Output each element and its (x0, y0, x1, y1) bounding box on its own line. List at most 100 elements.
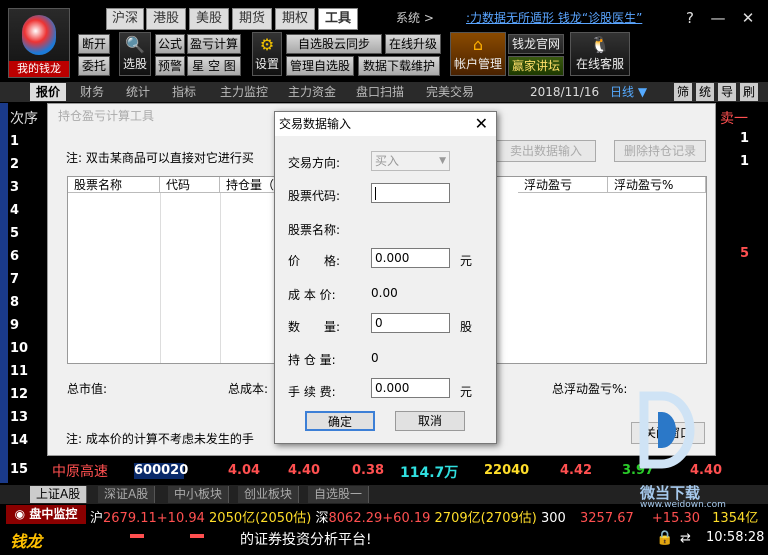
fee-label: 手 续 费: (288, 385, 336, 399)
tab-order-scan[interactable]: 盘口扫描 (356, 83, 404, 101)
monitor-button[interactable]: ◉ 盘中监控 (6, 505, 86, 524)
quote-value: 22040 (484, 463, 530, 478)
tab-us[interactable]: 美股 (189, 8, 229, 30)
stock-select-label: 选股 (122, 57, 147, 71)
system-menu[interactable]: 系统 > (396, 9, 434, 26)
modal-close-icon[interactable]: ✕ (475, 114, 488, 133)
row-number: 14 (10, 433, 29, 448)
online-service-button[interactable]: 🐧 在线客服 (570, 32, 630, 76)
star-map-button[interactable]: 星 空 图 (187, 56, 241, 76)
order-header: 次序 (10, 111, 38, 127)
sell1-header: 卖一 (720, 111, 748, 127)
watermark-logo (636, 390, 700, 476)
forum-button[interactable]: 赢家讲坛 (508, 56, 564, 76)
tab-main-monitor[interactable]: 主力监控 (220, 83, 268, 101)
tab-futures[interactable]: 期货 (232, 8, 272, 30)
network-icon[interactable]: ⇄ (680, 531, 691, 546)
tab-hk[interactable]: 港股 (146, 8, 186, 30)
col-holding: 持仓量（ (220, 177, 280, 193)
cloud-sync-button[interactable]: 自选股云同步 (286, 34, 382, 54)
tab-finance[interactable]: 财务 (80, 83, 104, 101)
lock-icon[interactable]: 🔒 (656, 530, 673, 546)
manage-favorites-button[interactable]: 管理自选股 (286, 56, 354, 76)
logo-icon (22, 15, 56, 55)
eye-icon: ◉ (14, 507, 26, 521)
tab-gem[interactable]: 创业板块 (238, 486, 300, 503)
marquee-link[interactable]: :力数据无所遁形 钱龙“诊股医生” (466, 9, 656, 26)
total-float-pct: 总浮动盈亏%: (552, 382, 628, 396)
tab-options[interactable]: 期权 (275, 8, 315, 30)
status-indicator (190, 534, 204, 538)
name-label: 股票名称: (288, 223, 341, 237)
profit-calc-button[interactable]: 盈亏计算 (187, 34, 241, 54)
minimize-icon[interactable]: — (708, 8, 728, 28)
row-number: 10 (10, 341, 29, 356)
quote-code: 600020 (134, 463, 189, 479)
row-number: 9 (10, 318, 20, 333)
formula-button[interactable]: 公式 (155, 34, 185, 54)
row-number: 7 (10, 272, 20, 287)
quote-value: 0.38 (352, 463, 385, 478)
modal-title: 交易数据输入 (275, 112, 496, 136)
ticker-sh: 沪2679.11+10.94 2050亿(2050估) 深8062.29+60.… (90, 511, 566, 526)
cost-value: 0.00 (371, 286, 398, 300)
magnifier-icon: 🔍 (125, 35, 145, 54)
row-number: 8 (10, 295, 20, 310)
direction-select[interactable]: 买入 ▼ (371, 151, 450, 171)
stock-select-button[interactable]: 🔍 选股 (119, 32, 151, 76)
fee-input[interactable]: 0.000 (371, 378, 450, 398)
tab-sz-a[interactable]: 深证A股 (98, 486, 156, 503)
tab-sh-a[interactable]: 上证A股 (30, 486, 88, 503)
ok-button[interactable]: 确定 (305, 411, 375, 431)
stat-button[interactable]: 统 (696, 83, 715, 101)
direction-label: 交易方向: (288, 156, 341, 170)
tab-sme[interactable]: 中小板块 (168, 486, 230, 503)
online-upgrade-button[interactable]: 在线升级 (385, 34, 441, 54)
qty-input[interactable]: 0 (371, 313, 450, 333)
help-icon[interactable]: ? (680, 8, 700, 28)
tab-favorites-1[interactable]: 自选股一 (308, 486, 370, 503)
qty-label: 数 量: (288, 320, 341, 334)
settings-label: 设置 (254, 57, 279, 71)
hold-label: 持 仓 量: (288, 353, 336, 367)
cancel-button[interactable]: 取消 (395, 411, 465, 431)
left-sidebar (0, 103, 8, 483)
entrust-button[interactable]: 委托 (78, 56, 110, 76)
quote-value: 4.42 (560, 463, 593, 478)
dialog-note: 注: 双击某商品可以直接对它进行买 (66, 151, 254, 165)
disconnect-button[interactable]: 断开 (78, 34, 110, 54)
official-site-button[interactable]: 钱龙官网 (508, 34, 564, 54)
row-number: 13 (10, 410, 29, 425)
tab-perfect-trade[interactable]: 完美交易 (426, 83, 474, 101)
app-logo[interactable]: 我的钱龙 (8, 8, 70, 78)
data-download-button[interactable]: 数据下载维护 (358, 56, 440, 76)
code-input[interactable] (371, 183, 450, 203)
settings-button[interactable]: ⚙ 设置 (252, 32, 282, 76)
status-indicator (130, 534, 144, 538)
row-number: 2 (10, 157, 20, 172)
filter-button[interactable]: 筛 (674, 83, 693, 101)
qty-unit: 股 (460, 320, 473, 334)
close-icon[interactable]: ✕ (738, 8, 758, 28)
warning-button[interactable]: 预警 (155, 56, 185, 76)
tab-main-fund[interactable]: 主力资金 (288, 83, 336, 101)
total-market-value: 总市值: (67, 382, 108, 396)
tab-tools[interactable]: 工具 (318, 8, 358, 30)
quote-value: 4.40 (288, 463, 321, 478)
period-select[interactable]: 日线 ▼ (610, 83, 647, 101)
sell-input-button[interactable]: 卖出数据输入 (496, 140, 596, 162)
tab-quote[interactable]: 报价 (30, 83, 67, 101)
price-input[interactable]: 0.000 (371, 248, 450, 268)
account-mgmt-button[interactable]: ⌂ 帐户管理 (450, 32, 506, 76)
date-display: 2018/11/16 (530, 85, 600, 99)
fee-unit: 元 (460, 385, 473, 399)
col-stock-name: 股票名称 (68, 177, 160, 193)
quote-volume: 114.7万 (400, 465, 459, 481)
refresh-button[interactable]: 刷 (740, 83, 759, 101)
export-button[interactable]: 导 (718, 83, 737, 101)
tab-indicators[interactable]: 指标 (172, 83, 196, 101)
quote-name[interactable]: 中原高速 (52, 461, 108, 481)
tab-hushen[interactable]: 沪深 (106, 8, 144, 30)
delete-record-button[interactable]: 删除持仓记录 (614, 140, 706, 162)
tab-stats[interactable]: 统计 (126, 83, 150, 101)
